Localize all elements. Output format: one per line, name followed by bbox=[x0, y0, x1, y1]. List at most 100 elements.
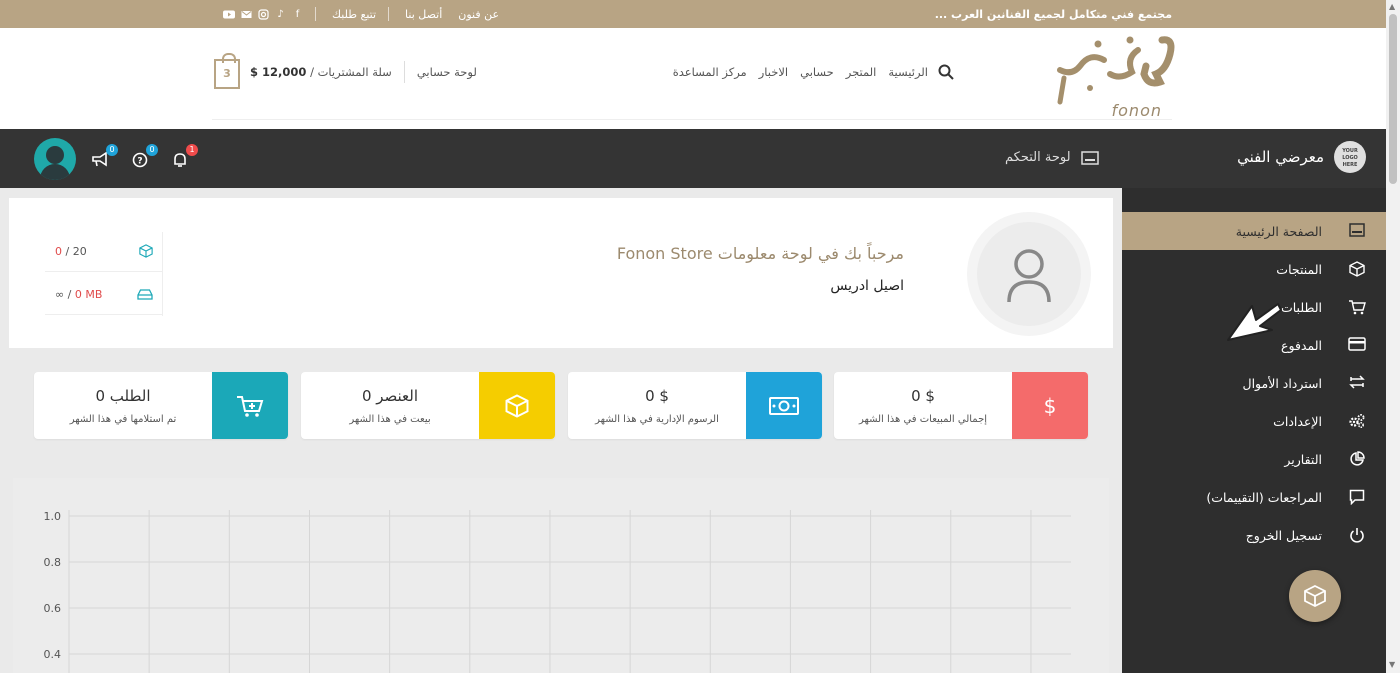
sidebar-item-label: المراجعات (التقييمات) bbox=[1206, 489, 1322, 505]
sidebar-item-refunds[interactable]: استرداد الأموال bbox=[1122, 364, 1386, 402]
stat-card-items-sold[interactable]: 0 العنصر بيعت في هذا الشهر bbox=[301, 372, 555, 439]
sidebar-item-reviews[interactable]: المراجعات (التقييمات) bbox=[1122, 478, 1386, 516]
scroll-up-icon[interactable]: ▲ bbox=[1389, 2, 1395, 11]
store-logo: YOUR LOGO HERE bbox=[1334, 141, 1366, 173]
sidebar-item-logout[interactable]: تسجيل الخروج bbox=[1122, 516, 1386, 554]
sidebar-item-label: الصفحة الرئيسية bbox=[1235, 223, 1322, 239]
about-link[interactable]: عن فنون bbox=[458, 8, 499, 21]
products-used: 0 bbox=[55, 244, 62, 258]
page-scrollbar[interactable]: ▲ ▼ bbox=[1386, 0, 1400, 673]
products-quota: 0 / 20 bbox=[45, 231, 163, 272]
stat-value: 0 الطلب bbox=[95, 387, 151, 405]
pie-icon bbox=[1348, 451, 1366, 467]
gears-icon bbox=[1348, 413, 1366, 429]
nav-home[interactable]: الرئيسية bbox=[888, 65, 928, 79]
header-divider bbox=[212, 119, 1172, 120]
stat-label: بيعت في هذا الشهر bbox=[349, 414, 431, 425]
sidebar-item-label: الإعدادات bbox=[1273, 413, 1322, 429]
cart-label[interactable]: سلة المشتريات / bbox=[310, 65, 392, 79]
instagram-icon[interactable] bbox=[258, 8, 269, 20]
track-order-link[interactable]: تتبع طلبك bbox=[332, 8, 376, 21]
social-links: f ♪ bbox=[223, 8, 303, 20]
divider bbox=[403, 61, 405, 83]
megaphone-icon bbox=[92, 151, 107, 167]
storage-quota-value: ∞ / 0 MB bbox=[55, 287, 103, 301]
tiktok-icon[interactable]: ♪ bbox=[275, 9, 286, 20]
stat-icon-box: $ bbox=[1012, 372, 1088, 439]
stat-icon-box bbox=[479, 372, 555, 439]
stat-card-sales[interactable]: $ 0 $ إجمالي المبيعات في هذا الشهر bbox=[834, 372, 1088, 439]
cart-price[interactable]: 12,000 $ bbox=[250, 65, 306, 79]
cart-count: 3 bbox=[223, 67, 231, 80]
welcome-card: مرحباً بك في لوحة معلومات Fonon Store اص… bbox=[9, 198, 1113, 348]
sidebar-item-home[interactable]: الصفحة الرئيسية bbox=[1122, 212, 1386, 250]
sidebar-item-reports[interactable]: التقارير bbox=[1122, 440, 1386, 478]
account-dashboard-link[interactable]: لوحة حسابي bbox=[417, 65, 477, 79]
dashboard-icon bbox=[1348, 223, 1366, 239]
pointer-arrow-icon bbox=[1227, 303, 1282, 341]
storage-quota: ∞ / 0 MB bbox=[45, 274, 163, 315]
stat-card-admin-fees[interactable]: 0 $ الرسوم الإدارية في هذا الشهر bbox=[568, 372, 822, 439]
notifications-button[interactable]: 1 bbox=[170, 144, 198, 172]
scrollbar-thumb[interactable] bbox=[1389, 14, 1397, 184]
youtube-icon[interactable] bbox=[223, 9, 235, 20]
nav-help-center[interactable]: مركز المساعدة bbox=[673, 65, 747, 79]
power-icon bbox=[1348, 527, 1366, 543]
sidebar-item-label: المدفوع bbox=[1281, 337, 1322, 353]
sales-chart: 1.0 0.8 0.6 0.4 bbox=[13, 478, 1109, 673]
dollar-icon: $ bbox=[1043, 393, 1057, 418]
main-nav: الرئيسية المتجر حسابي الاخبار مركز المسا… bbox=[661, 64, 954, 80]
search-icon[interactable] bbox=[938, 64, 954, 80]
stat-card-orders-received[interactable]: 0 الطلب تم استلامها في هذا الشهر bbox=[34, 372, 288, 439]
sidebar-item-label: الطلبات bbox=[1280, 299, 1322, 315]
nav-my-account[interactable]: حسابي bbox=[800, 65, 834, 79]
chart-ytick-label: 0.8 bbox=[44, 556, 62, 569]
cart-icon bbox=[1348, 299, 1366, 315]
chart-ytick-label: 0.4 bbox=[44, 648, 62, 661]
storage-used: 0 MB bbox=[74, 287, 103, 301]
chart-ytick-label: 1.0 bbox=[44, 510, 62, 523]
storage-limit: ∞ bbox=[55, 287, 65, 301]
floating-products-button[interactable] bbox=[1289, 570, 1341, 622]
divider bbox=[315, 7, 316, 21]
help-button[interactable]: ? 0 bbox=[130, 144, 158, 172]
vendor-name: اصيل ادريس bbox=[830, 278, 904, 294]
money-icon bbox=[769, 396, 799, 415]
announcements-button[interactable]: 0 bbox=[90, 144, 118, 172]
sidebar-item-label: استرداد الأموال bbox=[1242, 375, 1322, 391]
store-brand[interactable]: YOUR LOGO HERE معرضي الفني bbox=[1237, 141, 1366, 173]
scroll-down-icon[interactable]: ▼ bbox=[1389, 660, 1395, 669]
top-strip: مجتمع فني متكامل لجميع الفنانين العرب ..… bbox=[0, 0, 1386, 28]
profile-picture[interactable] bbox=[967, 212, 1091, 336]
site-logo[interactable]: fonon bbox=[1050, 30, 1178, 120]
nav-store[interactable]: المتجر bbox=[846, 65, 877, 79]
box-icon bbox=[139, 244, 153, 258]
logo-calligraphy-icon bbox=[1057, 36, 1175, 105]
sidebar-item-settings[interactable]: الإعدادات bbox=[1122, 402, 1386, 440]
user-avatar[interactable] bbox=[34, 138, 76, 180]
dashboard-title[interactable]: لوحة التحكم bbox=[1005, 150, 1099, 165]
dashboard-icon bbox=[1080, 150, 1099, 165]
dashboard-topbar: YOUR LOGO HERE معرضي الفني لوحة التحكم 0… bbox=[0, 129, 1386, 188]
store-name: معرضي الفني bbox=[1237, 148, 1324, 166]
sidebar-item-products[interactable]: المنتجات bbox=[1122, 250, 1386, 288]
facebook-icon[interactable]: f bbox=[292, 9, 303, 20]
top-links: عن فنون أتصل بنا تتبع طلبك f ♪ bbox=[216, 7, 499, 21]
email-icon[interactable] bbox=[241, 9, 252, 20]
refund-icon bbox=[1348, 375, 1366, 391]
logo-wordmark: fonon bbox=[1111, 101, 1162, 120]
dashboard-title-text: لوحة التحكم bbox=[1005, 150, 1071, 165]
card-icon bbox=[1348, 337, 1366, 353]
topbar-tools: 0 ? 0 1 bbox=[34, 138, 198, 180]
stat-value: 0 العنصر bbox=[361, 387, 419, 405]
site-tagline: مجتمع فني متكامل لجميع الفنانين العرب ..… bbox=[934, 8, 1172, 21]
stat-label: إجمالي المبيعات في هذا الشهر bbox=[858, 414, 988, 425]
sidebar-item-label: التقارير bbox=[1284, 451, 1322, 467]
svg-text:?: ? bbox=[137, 157, 142, 167]
account-cart-area: لوحة حسابي سلة المشتريات / 12,000 $ 3 bbox=[214, 53, 477, 89]
nav-news[interactable]: الاخبار bbox=[759, 65, 788, 79]
stat-icon-box bbox=[746, 372, 822, 439]
contact-link[interactable]: أتصل بنا bbox=[405, 8, 442, 21]
cart-bag-icon[interactable]: 3 bbox=[214, 53, 240, 89]
stat-label: الرسوم الإدارية في هذا الشهر bbox=[595, 414, 719, 425]
